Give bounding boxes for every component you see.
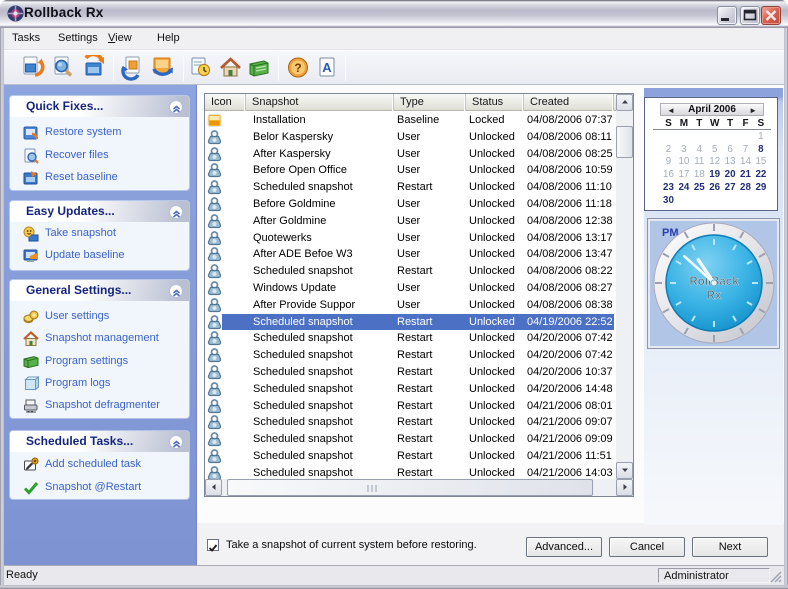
svg-text:Rx: Rx bbox=[707, 290, 722, 302]
svg-text:A: A bbox=[322, 60, 332, 75]
svg-text:?: ? bbox=[294, 61, 301, 75]
